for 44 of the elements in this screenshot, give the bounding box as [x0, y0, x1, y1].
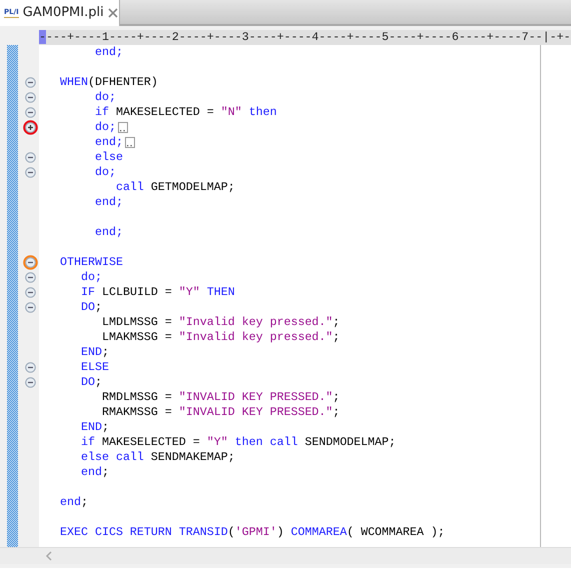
code-line: DO;	[80, 300, 102, 315]
folded-code-icon[interactable]	[118, 122, 128, 133]
collapse-fold-icon[interactable]	[23, 375, 38, 390]
collapse-fold-icon[interactable]	[23, 360, 38, 375]
code-line: else	[94, 150, 123, 165]
code-line: LMAKMSSG = "Invalid key pressed.";	[100, 330, 340, 345]
collapse-fold-icon[interactable]	[23, 300, 38, 315]
code-line: RMDLMSSG = "INVALID KEY PRESSED.";	[100, 390, 340, 405]
collapse-fold-icon[interactable]	[23, 255, 38, 270]
code-line: do;	[80, 270, 102, 285]
column-ruler: ----+----1----+----2----+----3----+----4----+----5----+----6----+----7--|-+-	[39, 30, 571, 44]
code-line: DO;	[80, 375, 102, 390]
collapse-fold-icon[interactable]	[23, 75, 38, 90]
code-line: WHEN(DFHENTER)	[58, 75, 158, 90]
code-line: end;	[94, 195, 123, 210]
code-line: do;	[94, 165, 116, 180]
collapse-fold-icon[interactable]	[23, 90, 38, 105]
code-line: OTHERWISE	[58, 255, 123, 270]
code-line: else call SENDMAKEMAP;	[80, 450, 235, 465]
code-line: END;	[80, 345, 109, 360]
expand-fold-icon[interactable]	[23, 120, 38, 135]
code-line: call GETMODELMAP;	[114, 180, 235, 195]
close-icon[interactable]	[108, 8, 118, 18]
folded-code-icon[interactable]	[124, 137, 135, 148]
collapse-fold-icon[interactable]	[23, 165, 38, 180]
code-line: ELSE	[80, 360, 109, 375]
code-line: do;	[94, 120, 116, 135]
code-line: end;	[94, 135, 123, 150]
code-line: end;	[80, 465, 109, 480]
code-line: do;	[94, 90, 116, 105]
code-line: RMAKMSSG = "INVALID KEY PRESSED.";	[100, 405, 340, 420]
code-line: end;	[58, 495, 88, 510]
code-line: if MAKESELECTED = "N" then	[94, 105, 277, 120]
code-line: EXEC CICS RETURN TRANSID('GPMI') COMMAREA( WCOMMAREA );	[58, 525, 445, 540]
code-line: if MAKESELECTED = "Y" then call SENDMODELMAP;	[80, 435, 396, 450]
code-line: END;	[80, 420, 109, 435]
code-line: end;	[94, 225, 123, 240]
collapse-fold-icon[interactable]	[23, 285, 38, 300]
code-line: IF LCLBUILD = "Y" THEN	[80, 285, 235, 300]
collapse-fold-icon[interactable]	[23, 150, 38, 165]
code-line: LMDLMSSG = "Invalid key pressed.";	[100, 315, 340, 330]
collapse-fold-icon[interactable]	[23, 105, 38, 120]
collapse-fold-icon[interactable]	[23, 270, 38, 285]
code-line: end;	[94, 45, 123, 60]
